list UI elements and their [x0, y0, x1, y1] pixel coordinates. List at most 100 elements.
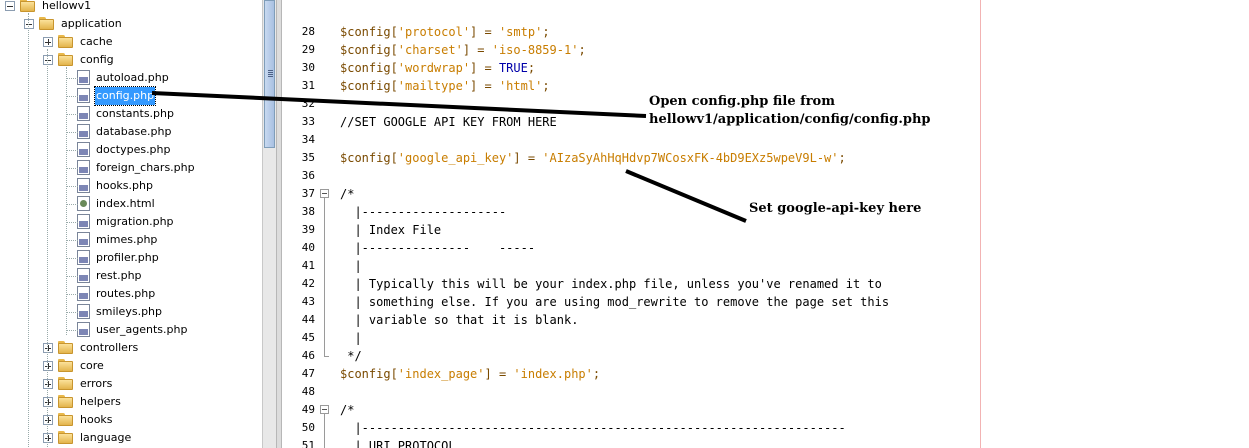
tree-item-label: application [61, 17, 122, 30]
php-file-icon [77, 124, 90, 139]
line-number: 38 [301, 205, 315, 218]
code-line[interactable]: $config['mailtype'] = 'html'; [340, 77, 550, 95]
tree-item-file[interactable]: migration.php [0, 213, 262, 231]
collapse-icon[interactable] [43, 55, 53, 65]
tree-item-file[interactable]: smileys.php [0, 303, 262, 321]
code-line[interactable]: $config['charset'] = 'iso-8859-1'; [340, 41, 586, 59]
tree-item-file[interactable]: index.html [0, 195, 262, 213]
code-line[interactable]: |---------------------------------------… [340, 419, 845, 437]
code-line[interactable]: |--------------- ----- [340, 239, 535, 257]
tree-item-label: controllers [80, 341, 139, 354]
annotation-open-line2: hellowv1/application/config/config.php [649, 112, 931, 127]
code-line[interactable]: | Index File [340, 221, 441, 239]
tree-item-file[interactable]: database.php [0, 123, 262, 141]
tree-item-folder[interactable]: hooks [0, 411, 262, 429]
line-number: 45 [301, 331, 315, 344]
tree-guide-line [28, 13, 29, 448]
tree-item-label: autoload.php [96, 71, 169, 84]
tree-item-application[interactable]: application [0, 15, 262, 33]
tree-item-file[interactable]: user_agents.php [0, 321, 262, 339]
tree-guide-line [66, 114, 78, 115]
tree-guide-line [66, 96, 78, 97]
tree-guide-line [66, 312, 78, 313]
expand-icon[interactable] [43, 361, 53, 371]
code-line[interactable]: | Typically this will be your index.php … [340, 275, 881, 293]
expand-icon[interactable] [43, 397, 53, 407]
code-token: | [340, 259, 362, 273]
php-file-icon [77, 178, 90, 193]
code-token: 'charset' [397, 43, 463, 57]
tree-item-label: config [80, 53, 114, 66]
expand-icon[interactable] [43, 415, 53, 425]
tree-item-file[interactable]: routes.php [0, 285, 262, 303]
fold-collapse-icon[interactable] [320, 189, 329, 198]
line-number: 35 [301, 151, 315, 164]
collapse-icon[interactable] [5, 1, 15, 11]
code-line[interactable]: //SET GOOGLE API KEY FROM HERE [340, 113, 557, 131]
collapse-icon[interactable] [24, 19, 34, 29]
annotation-set-key: Set google-api-key here [749, 201, 922, 216]
code-line[interactable]: |-------------------- [340, 203, 506, 221]
tree-item-folder[interactable]: core [0, 357, 262, 375]
tree-item-file[interactable]: foreign_chars.php [0, 159, 262, 177]
code-token: ; [542, 25, 550, 39]
code-line[interactable]: */ [340, 347, 361, 365]
line-number: 49 [301, 403, 315, 416]
code-token: | variable so that it is blank. [340, 313, 579, 327]
expand-icon[interactable] [43, 37, 53, 47]
code-token: $config[ [340, 79, 398, 93]
code-line[interactable]: $config['protocol'] = 'smtp'; [340, 23, 550, 41]
tree-item-file[interactable]: constants.php [0, 105, 262, 123]
code-token: |-------------------- [340, 205, 507, 219]
tree-item-file[interactable]: profiler.php [0, 249, 262, 267]
php-file-icon [77, 160, 90, 175]
code-line[interactable]: /* [340, 185, 354, 203]
code-line[interactable]: $config['wordwrap'] = TRUE; [340, 59, 535, 77]
fold-end [324, 356, 329, 357]
expand-icon[interactable] [43, 433, 53, 443]
code-token: ; [838, 151, 846, 165]
expand-icon[interactable] [43, 343, 53, 353]
code-line[interactable]: $config['index_page'] = 'index.php'; [340, 365, 600, 383]
code-token: |--------------- ----- [340, 241, 536, 255]
code-token: ] = [470, 79, 499, 93]
code-line[interactable]: $config['google_api_key'] = 'AIzaSyAhHqH… [340, 149, 846, 167]
tree-item-label: constants.php [96, 107, 174, 120]
tree-item-config-php-selected[interactable]: config.php [0, 86, 262, 106]
code-line[interactable]: | [340, 257, 362, 275]
tree-scrollbar-thumb[interactable] [264, 0, 275, 148]
folder-icon [58, 377, 74, 390]
tree-scrollbar[interactable] [262, 0, 276, 448]
tree-item-file[interactable]: rest.php [0, 267, 262, 285]
tree-guide-line [66, 168, 78, 169]
tree-item-hellowv1[interactable]: hellowv1 [0, 0, 262, 15]
code-token: 'iso-8859-1' [491, 43, 579, 57]
tree-item-folder[interactable]: language [0, 429, 262, 447]
tree-item-file[interactable]: doctypes.php [0, 141, 262, 159]
expand-icon[interactable] [43, 379, 53, 389]
tree-guide-line [66, 240, 78, 241]
code-line[interactable]: | [340, 329, 361, 347]
code-line[interactable]: | URI PROTOCOL [340, 437, 455, 448]
tree-item-folder[interactable]: controllers [0, 339, 262, 357]
code-token: | something else. If you are using mod_r… [340, 295, 890, 309]
tree-item-folder[interactable]: errors [0, 375, 262, 393]
code-line[interactable]: | variable so that it is blank. [340, 311, 578, 329]
code-line[interactable]: | something else. If you are using mod_r… [340, 293, 889, 311]
tree-item-folder[interactable]: helpers [0, 393, 262, 411]
tree-item-cache[interactable]: cache [0, 33, 262, 51]
line-number: 48 [301, 385, 315, 398]
fold-collapse-icon[interactable] [320, 405, 329, 414]
tree-guide-line [66, 132, 78, 133]
line-number: 50 [301, 421, 315, 434]
tree-item-config[interactable]: config [0, 51, 262, 69]
tree-item-file[interactable]: mimes.php [0, 231, 262, 249]
code-token: | Index File [340, 223, 442, 237]
tree-item-file[interactable]: hooks.php [0, 177, 262, 195]
php-file-icon [77, 268, 90, 283]
tree-item-label: hooks [80, 413, 113, 426]
code-line[interactable]: /* [340, 401, 354, 419]
line-number: 34 [301, 133, 315, 146]
code-editor[interactable]: 28 29 30 31 32 33 34 35 36 37 38 39 40 41 42 43 44 45 46 47… [282, 0, 1249, 448]
tree-item-file[interactable]: autoload.php [0, 69, 262, 87]
